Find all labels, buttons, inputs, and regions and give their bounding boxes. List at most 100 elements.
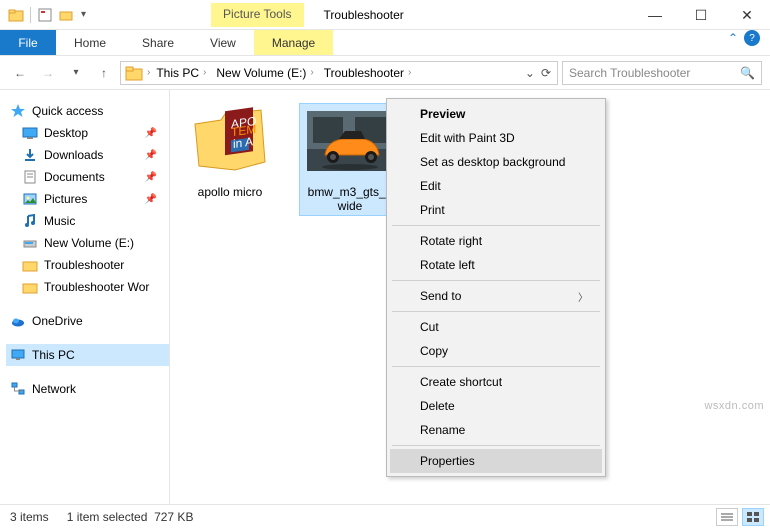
folder-item[interactable]: APO TEM in A apollo micro — [180, 104, 280, 200]
help-icon[interactable]: ? — [744, 30, 760, 46]
status-selection: 1 item selected 727 KB — [67, 510, 194, 524]
context-copy[interactable]: Copy — [390, 339, 602, 363]
chevron-right-icon: 〉 — [578, 289, 588, 304]
recent-locations-button[interactable]: ▾ — [64, 61, 88, 85]
image-thumbnail — [307, 104, 393, 178]
address-bar: ← → ▾ ↑ › This PC› New Volume (E:)› Trou… — [0, 56, 770, 90]
sidebar-label: Desktop — [44, 126, 88, 140]
ribbon-tabs: File Home Share View Manage ⌃ ? — [0, 30, 770, 56]
sidebar-item-troubleshooter-wor[interactable]: Troubleshooter Wor — [6, 276, 169, 298]
status-bar: 3 items 1 item selected 727 KB — [0, 504, 770, 528]
context-separator — [392, 366, 600, 367]
context-rename[interactable]: Rename — [390, 418, 602, 442]
context-delete[interactable]: Delete — [390, 394, 602, 418]
qat-divider — [30, 7, 31, 23]
image-item[interactable]: bmw_m3_gts_3wide — [300, 104, 400, 215]
up-button[interactable]: ↑ — [92, 61, 116, 85]
sidebar-item-this-pc[interactable]: This PC — [6, 344, 169, 366]
context-separator — [392, 445, 600, 446]
properties-icon[interactable] — [37, 7, 53, 23]
context-separator — [392, 280, 600, 281]
context-send-to[interactable]: Send to〉 — [390, 284, 602, 308]
explorer-body: Quick access Desktop 📌 Downloads📌 Documen… — [0, 90, 770, 504]
view-tab[interactable]: View — [192, 30, 254, 55]
sidebar-item-network[interactable]: Network — [6, 378, 169, 400]
minimize-button[interactable]: — — [632, 0, 678, 30]
sidebar-label: Pictures — [44, 192, 87, 206]
sidebar-item-downloads[interactable]: Downloads📌 — [6, 144, 169, 166]
context-set-background[interactable]: Set as desktop background — [390, 150, 602, 174]
history-dropdown-icon[interactable]: ⌄ — [525, 66, 535, 80]
item-label: apollo micro — [180, 184, 280, 200]
drive-icon — [22, 235, 38, 251]
chevron-right-icon[interactable]: › — [310, 67, 313, 78]
breadcrumb-segment: Troubleshooter› — [320, 66, 416, 80]
title-bar: ▾ Picture Tools Troubleshooter — ☐ ✕ — [0, 0, 770, 30]
sidebar-item-music[interactable]: Music — [6, 210, 169, 232]
network-icon — [10, 381, 26, 397]
folder-thumbnail: APO TEM in A — [187, 104, 273, 178]
sidebar-label: Documents — [44, 170, 105, 184]
home-tab[interactable]: Home — [56, 30, 124, 55]
close-button[interactable]: ✕ — [724, 0, 770, 30]
file-tab[interactable]: File — [0, 30, 56, 55]
pin-icon: 📌 — [145, 194, 165, 205]
new-folder-icon[interactable] — [59, 7, 75, 23]
sidebar-label: Quick access — [32, 104, 103, 118]
sidebar-item-pictures[interactable]: Pictures 📌 — [6, 188, 169, 210]
view-switcher — [716, 508, 764, 526]
sidebar-label: OneDrive — [32, 314, 83, 328]
context-edit[interactable]: Edit — [390, 174, 602, 198]
context-print[interactable]: Print — [390, 198, 602, 222]
picture-tools-tab[interactable]: Picture Tools — [211, 3, 303, 27]
sidebar-item-troubleshooter[interactable]: Troubleshooter — [6, 254, 169, 276]
back-button[interactable]: ← — [8, 61, 32, 85]
search-icon: 🔍 — [740, 66, 755, 80]
downloads-icon — [22, 147, 38, 163]
window-title: Troubleshooter — [324, 8, 404, 22]
chevron-right-icon[interactable]: › — [408, 67, 411, 78]
chevron-right-icon[interactable]: › — [203, 67, 206, 78]
breadcrumb-segment: This PC› — [152, 66, 210, 80]
breadcrumb-segment: New Volume (E:)› — [212, 66, 317, 80]
context-separator — [392, 225, 600, 226]
sidebar-label: New Volume (E:) — [44, 236, 134, 250]
manage-tab[interactable]: Manage — [254, 30, 333, 55]
context-preview[interactable]: Preview — [390, 102, 602, 126]
context-separator — [392, 311, 600, 312]
folder-icon — [8, 7, 24, 23]
pin-icon: 📌 — [145, 150, 165, 161]
refresh-icon[interactable]: ⟳ — [541, 66, 551, 80]
details-view-button[interactable] — [716, 508, 738, 526]
pictures-icon — [22, 191, 38, 207]
context-rotate-right[interactable]: Rotate right — [390, 229, 602, 253]
sidebar-label: This PC — [32, 348, 75, 362]
sidebar-item-quick-access[interactable]: Quick access — [6, 100, 169, 122]
chevron-right-icon[interactable]: › — [147, 67, 150, 78]
pin-icon: 📌 — [145, 128, 165, 139]
context-edit-paint3d[interactable]: Edit with Paint 3D — [390, 126, 602, 150]
documents-icon — [22, 169, 38, 185]
collapse-ribbon-icon[interactable]: ⌃ — [728, 31, 738, 45]
search-placeholder: Search Troubleshooter — [569, 66, 690, 80]
share-tab[interactable]: Share — [124, 30, 192, 55]
maximize-button[interactable]: ☐ — [678, 0, 724, 30]
breadcrumb-box[interactable]: › This PC› New Volume (E:)› Troubleshoot… — [120, 61, 558, 85]
window-controls: — ☐ ✕ — [632, 0, 770, 30]
sidebar-item-desktop[interactable]: Desktop 📌 — [6, 122, 169, 144]
sidebar-label: Network — [32, 382, 76, 396]
qat-dropdown-icon[interactable]: ▾ — [81, 9, 86, 20]
context-properties[interactable]: Properties — [390, 449, 602, 473]
music-icon — [22, 213, 38, 229]
search-input[interactable]: Search Troubleshooter 🔍 — [562, 61, 762, 85]
context-create-shortcut[interactable]: Create shortcut — [390, 370, 602, 394]
sidebar-item-onedrive[interactable]: OneDrive — [6, 310, 169, 332]
thumbnails-view-button[interactable] — [742, 508, 764, 526]
forward-button[interactable]: → — [36, 61, 60, 85]
sidebar-item-volume[interactable]: New Volume (E:) — [6, 232, 169, 254]
sidebar-item-documents[interactable]: Documents📌 — [6, 166, 169, 188]
context-cut[interactable]: Cut — [390, 315, 602, 339]
ribbon-right: ⌃ ? — [728, 30, 760, 46]
status-item-count: 3 items — [10, 510, 49, 524]
context-rotate-left[interactable]: Rotate left — [390, 253, 602, 277]
